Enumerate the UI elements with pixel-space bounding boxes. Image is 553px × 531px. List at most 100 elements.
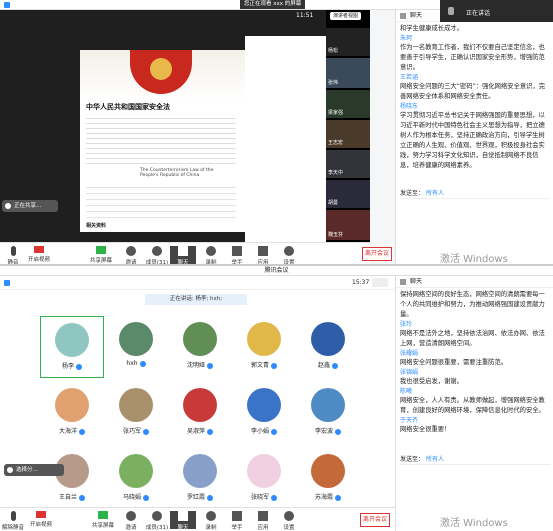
top-view-mode[interactable]: 演讲者视图 [330, 12, 362, 20]
participant-tile[interactable]: 王自兰 [40, 448, 104, 510]
members-button[interactable]: 成员(31) [144, 511, 170, 531]
chat-input[interactable] [400, 198, 550, 238]
avatar [311, 454, 345, 488]
leave-meeting-button[interactable]: 离开会议 [360, 513, 390, 527]
participant-tile[interactable]: 罗红霞 [168, 448, 232, 510]
participant-thumb[interactable]: 李天中 [326, 150, 370, 178]
record-button[interactable]: 录制 [198, 511, 224, 531]
mic-icon [271, 494, 277, 501]
send-to-row[interactable]: 发送至： 所有人 [400, 454, 444, 463]
apps-button[interactable]: 应用 [250, 511, 276, 531]
participant-thumb[interactable]: 王志宏 [326, 120, 370, 148]
participant-tile[interactable]: 大海洋 [40, 382, 104, 444]
invite-icon [126, 246, 136, 256]
chat-button[interactable]: 聊天 [170, 511, 196, 531]
participant-tile[interactable]: 李宏波 [296, 382, 360, 444]
chat-sender: 陈曦 [400, 388, 413, 395]
chat-icon [178, 511, 188, 521]
share-banner: 您正在观看 xxx 的屏幕 [240, 0, 306, 9]
participant-thumb[interactable]: 梁家强 [326, 90, 370, 118]
avatar [119, 322, 153, 356]
avatar [55, 388, 89, 422]
send-to-row[interactable]: 发送至： 所有人 [400, 188, 444, 197]
doc-emblem-gold [150, 58, 172, 80]
participant-tile[interactable]: 张晓军 [232, 448, 296, 510]
top-window: 您正在观看 xxx 的屏幕 11:51 中华人民共和国国家安全法 The Cou… [0, 0, 553, 266]
leave-meeting-button[interactable]: 离开会议 [362, 247, 392, 261]
raise-hand-button[interactable]: 举手 [224, 511, 250, 531]
top-meeting-time: 11:51 [296, 12, 314, 19]
avatar [183, 388, 217, 422]
mic-icon [139, 360, 146, 367]
avatar [119, 454, 153, 488]
chat-sender: 王若涵 [400, 74, 419, 81]
participant-thumb[interactable]: 魏玉芬 [326, 210, 370, 240]
participant-tile[interactable]: 赵鑫 [296, 316, 360, 378]
hand-label: 举手 [231, 525, 243, 531]
app-icon [4, 280, 10, 286]
top-float-share[interactable]: 正在共享... [2, 200, 58, 212]
participant-name: 李宏波 [296, 426, 360, 435]
participant-name: 苏海霞 [296, 492, 360, 501]
bottom-float-share[interactable]: 选择分... [4, 464, 64, 476]
shared-screen: 11:51 中华人民共和国国家安全法 The Counterterrorism … [0, 10, 326, 242]
mic-icon [143, 494, 149, 501]
participant-name: 梁家强 [328, 110, 344, 116]
gear-icon [284, 246, 294, 256]
video-label: 开启视频 [29, 522, 52, 528]
participant-tile[interactable]: 吴淑萍 [168, 382, 232, 444]
participant-thumb[interactable]: 胡曼 [326, 180, 370, 208]
chat-sender: 张耀娟 [400, 350, 419, 357]
mic-icon [207, 428, 213, 435]
share-screen-button[interactable]: 共享屏幕 [88, 246, 114, 264]
settings-label: 设置 [283, 525, 295, 531]
video-button[interactable]: 开启视频 [26, 246, 52, 263]
mute-button[interactable]: 静音 [0, 246, 26, 266]
video-button[interactable]: 开启视频 [28, 511, 54, 528]
screen-right-panel [245, 36, 326, 242]
chat-button[interactable]: 聊天 [170, 246, 196, 266]
avatar [247, 388, 281, 422]
send-to-value[interactable]: 所有人 [426, 190, 444, 197]
avatar [183, 454, 217, 488]
participant-tile[interactable]: hxh [104, 316, 168, 378]
top-speaking-strip: 正在讲话 [440, 0, 553, 22]
mic-icon [79, 428, 85, 435]
mic-icon [335, 494, 341, 501]
participant-thumb[interactable]: 杨松 [326, 28, 370, 56]
participant-tile[interactable]: 郭文青 [232, 316, 296, 378]
gallery-view-button[interactable] [372, 278, 388, 287]
mic-icon [335, 428, 341, 435]
chat-input[interactable] [400, 464, 550, 504]
unmute-button[interactable]: 解除静音 [0, 511, 26, 531]
participant-tile[interactable]: 苏海霞 [296, 448, 360, 510]
send-to-value[interactable]: 所有人 [426, 456, 444, 463]
invite-button[interactable]: 邀请 [118, 246, 144, 266]
participant-name: 罗红霞 [168, 492, 232, 501]
chat-item: 保持网络空间的良好生态，网络空间的清朗需要每一个人的共同维护和努力，为推动网络强… [400, 291, 545, 318]
raise-hand-button[interactable]: 举手 [224, 246, 250, 266]
participant-tile[interactable]: 李小娟 [232, 382, 296, 444]
settings-button[interactable]: 设置 [276, 511, 302, 531]
participant-tile[interactable]: 马晓娟 [104, 448, 168, 510]
apps-button[interactable]: 应用 [250, 246, 276, 266]
mic-icon [271, 428, 277, 435]
participant-thumb[interactable]: 张伟 [326, 58, 370, 88]
participant-tile[interactable]: 沈明娅 [168, 316, 232, 378]
windows-watermark: 激活 Windows [440, 254, 508, 265]
avatar [55, 323, 89, 357]
speaking-icon [448, 7, 454, 15]
settings-button[interactable]: 设置 [276, 246, 302, 266]
share-screen-icon [98, 511, 108, 519]
avatar [119, 388, 153, 422]
record-button[interactable]: 录制 [198, 246, 224, 266]
invite-button[interactable]: 邀请 [118, 511, 144, 531]
mic-icon [207, 494, 213, 501]
share-screen-button[interactable]: 共享屏幕 [90, 511, 116, 529]
participant-tile[interactable]: 张巧军 [104, 382, 168, 444]
members-button[interactable]: 成员(31) [144, 246, 170, 266]
participant-tile[interactable]: 杨李 [40, 316, 104, 378]
doc-body [86, 114, 236, 164]
participant-name: 马晓娟 [104, 492, 168, 501]
chat-messages: 和学生健康成长成才。 朱珂 作为一名教育工作者，我们不仅要自己坚定信念，也要善于… [400, 24, 550, 194]
